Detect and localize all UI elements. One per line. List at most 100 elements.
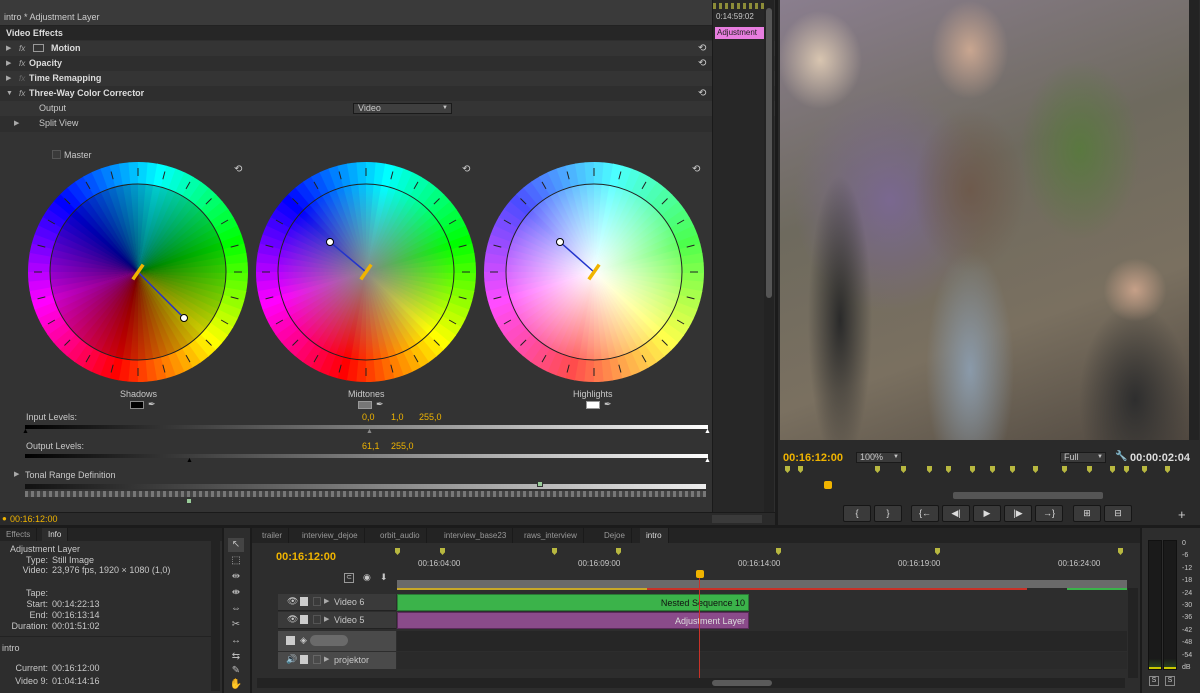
tonal-range-handle[interactable]: [186, 498, 192, 504]
eye-icon[interactable]: 👁: [287, 614, 298, 625]
slider-handle-icon[interactable]: ▲: [22, 428, 29, 435]
monitor-playhead-icon[interactable]: [824, 481, 832, 489]
split-view-row[interactable]: ▶ Split View: [0, 116, 775, 131]
highlights-swatch[interactable]: [586, 401, 600, 409]
clip-adjustment-layer[interactable]: Adjustment Layer: [397, 612, 749, 629]
expand-triangle-icon[interactable]: ▶: [14, 116, 19, 131]
selection-tool-icon[interactable]: ↖: [228, 538, 244, 552]
marker-icon[interactable]: [970, 466, 975, 473]
scroll-thumb[interactable]: [766, 8, 772, 298]
effect-controls-timecode[interactable]: 00:16:12:00: [10, 514, 58, 524]
track-divider[interactable]: ◈: [278, 631, 396, 651]
marker-icon[interactable]: [901, 466, 906, 473]
effect-row-three-way[interactable]: ▼ fx Three-Way Color Corrector ⟲: [0, 86, 775, 101]
input-level-white[interactable]: 255,0: [419, 412, 442, 422]
fx-icon[interactable]: fx: [19, 41, 25, 56]
effect-row-motion[interactable]: ▶ fx Motion ⟲: [0, 41, 775, 56]
marker-icon[interactable]: [1124, 466, 1129, 473]
slider-handle-icon[interactable]: ▲: [704, 457, 711, 464]
mark-out-button[interactable]: }: [874, 505, 902, 522]
reset-icon[interactable]: ⟲: [698, 86, 706, 101]
work-area-bar[interactable]: [397, 580, 1127, 588]
output-levels-gradient[interactable]: [25, 454, 708, 458]
go-to-in-button[interactable]: {←: [911, 505, 939, 522]
program-timecode[interactable]: 00:16:12:00: [783, 452, 843, 464]
expand-triangle-icon[interactable]: ▶: [324, 655, 329, 663]
expand-triangle-icon[interactable]: ▶: [6, 71, 11, 86]
effect-controls-scrollbar[interactable]: [764, 0, 774, 512]
marker-icon[interactable]: [785, 466, 790, 473]
tonal-range-handle[interactable]: [537, 481, 543, 487]
color-wheel-highlights[interactable]: [484, 162, 704, 382]
tonal-range-bar[interactable]: [25, 484, 706, 489]
marker-pin-icon[interactable]: ⬇: [380, 572, 388, 583]
marker-icon[interactable]: [1087, 466, 1092, 473]
expand-triangle-icon[interactable]: ▶: [324, 615, 329, 623]
solo-left-button[interactable]: S: [1149, 676, 1159, 686]
filmstrip-icon[interactable]: [300, 615, 308, 624]
zoom-dropdown[interactable]: 100% ▼: [856, 452, 902, 463]
marker-icon[interactable]: [875, 466, 880, 473]
quality-dropdown[interactable]: Full ▼: [1060, 452, 1106, 463]
expand-triangle-icon[interactable]: ▶: [6, 56, 11, 71]
filmstrip-icon[interactable]: [286, 636, 295, 645]
fx-icon[interactable]: fx: [19, 71, 25, 86]
tab-interview-base23[interactable]: interview_base23: [438, 528, 514, 543]
marker-icon[interactable]: [1165, 466, 1170, 473]
color-wheel-shadows[interactable]: [28, 162, 248, 382]
tab-intro[interactable]: intro: [640, 528, 669, 543]
eye-icon[interactable]: 👁: [287, 596, 298, 607]
monitor-mini-timeline[interactable]: [783, 466, 1193, 478]
output-level-black[interactable]: 61,1: [362, 441, 380, 451]
add-button-icon[interactable]: +: [1178, 507, 1186, 522]
lock-box-icon[interactable]: [313, 597, 321, 606]
slider-handle-icon[interactable]: ▲: [186, 457, 193, 464]
marker-icon[interactable]: [927, 466, 932, 473]
slider-handle-icon[interactable]: ▲: [366, 428, 373, 435]
highlights-reset-icon[interactable]: ⟲: [692, 164, 700, 175]
input-level-black[interactable]: 0,0: [362, 412, 375, 422]
marker-icon[interactable]: [1142, 466, 1147, 473]
play-button[interactable]: ▶: [973, 505, 1001, 522]
collapse-triangle-icon[interactable]: ▼: [6, 86, 13, 101]
marker-icon[interactable]: [798, 466, 803, 473]
snap-icon[interactable]: ⊂: [344, 573, 354, 583]
horizontal-scrollbar[interactable]: [712, 515, 762, 523]
eyedropper-icon[interactable]: ✒: [604, 399, 612, 410]
eyedropper-icon[interactable]: ✒: [148, 399, 156, 410]
solo-right-button[interactable]: S: [1165, 676, 1175, 686]
tab-orbit-audio[interactable]: orbit_audio: [374, 528, 427, 543]
marker-icon[interactable]: [1033, 466, 1038, 473]
ripple-edit-tool-icon[interactable]: ⇹: [228, 570, 244, 584]
tab-info[interactable]: Info: [42, 528, 69, 541]
add-marker-icon[interactable]: ◉: [363, 572, 371, 583]
marker-icon[interactable]: [1010, 466, 1015, 473]
tonal-range-checker[interactable]: [25, 491, 706, 497]
output-level-white[interactable]: 255,0: [391, 441, 414, 451]
shadows-reset-icon[interactable]: ⟲: [234, 164, 242, 175]
balance-point-handle[interactable]: [556, 238, 564, 246]
step-back-button[interactable]: ◀|: [942, 505, 970, 522]
midtones-swatch[interactable]: [358, 401, 372, 409]
filmstrip-icon[interactable]: [300, 597, 308, 606]
wrench-icon[interactable]: 🔧: [1115, 451, 1127, 462]
rate-stretch-tool-icon[interactable]: ⇔: [228, 602, 244, 616]
razor-tool-icon[interactable]: ✂: [228, 618, 244, 632]
input-level-gamma[interactable]: 1,0: [391, 412, 404, 422]
marker-icon[interactable]: [1110, 466, 1115, 473]
marker-icon[interactable]: [990, 466, 995, 473]
midtones-reset-icon[interactable]: ⟲: [462, 164, 470, 175]
audio-wave-icon[interactable]: ◈: [300, 635, 307, 646]
reset-icon[interactable]: ⟲: [698, 56, 706, 71]
eyedropper-icon[interactable]: ✒: [376, 399, 384, 410]
timeline-timecode[interactable]: 00:16:12:00: [276, 551, 336, 563]
timeline-playhead[interactable]: [696, 570, 704, 578]
fx-icon[interactable]: fx: [19, 56, 25, 71]
slide-tool-icon[interactable]: ⇆: [228, 650, 244, 664]
mark-in-button[interactable]: {: [843, 505, 871, 522]
slider-handle-icon[interactable]: ▲: [704, 428, 711, 435]
effect-row-time-remapping[interactable]: ▶ fx Time Remapping: [0, 71, 775, 86]
slip-tool-icon[interactable]: ↔: [228, 634, 244, 648]
go-to-out-button[interactable]: →}: [1035, 505, 1063, 522]
lock-box-icon[interactable]: [313, 615, 321, 624]
